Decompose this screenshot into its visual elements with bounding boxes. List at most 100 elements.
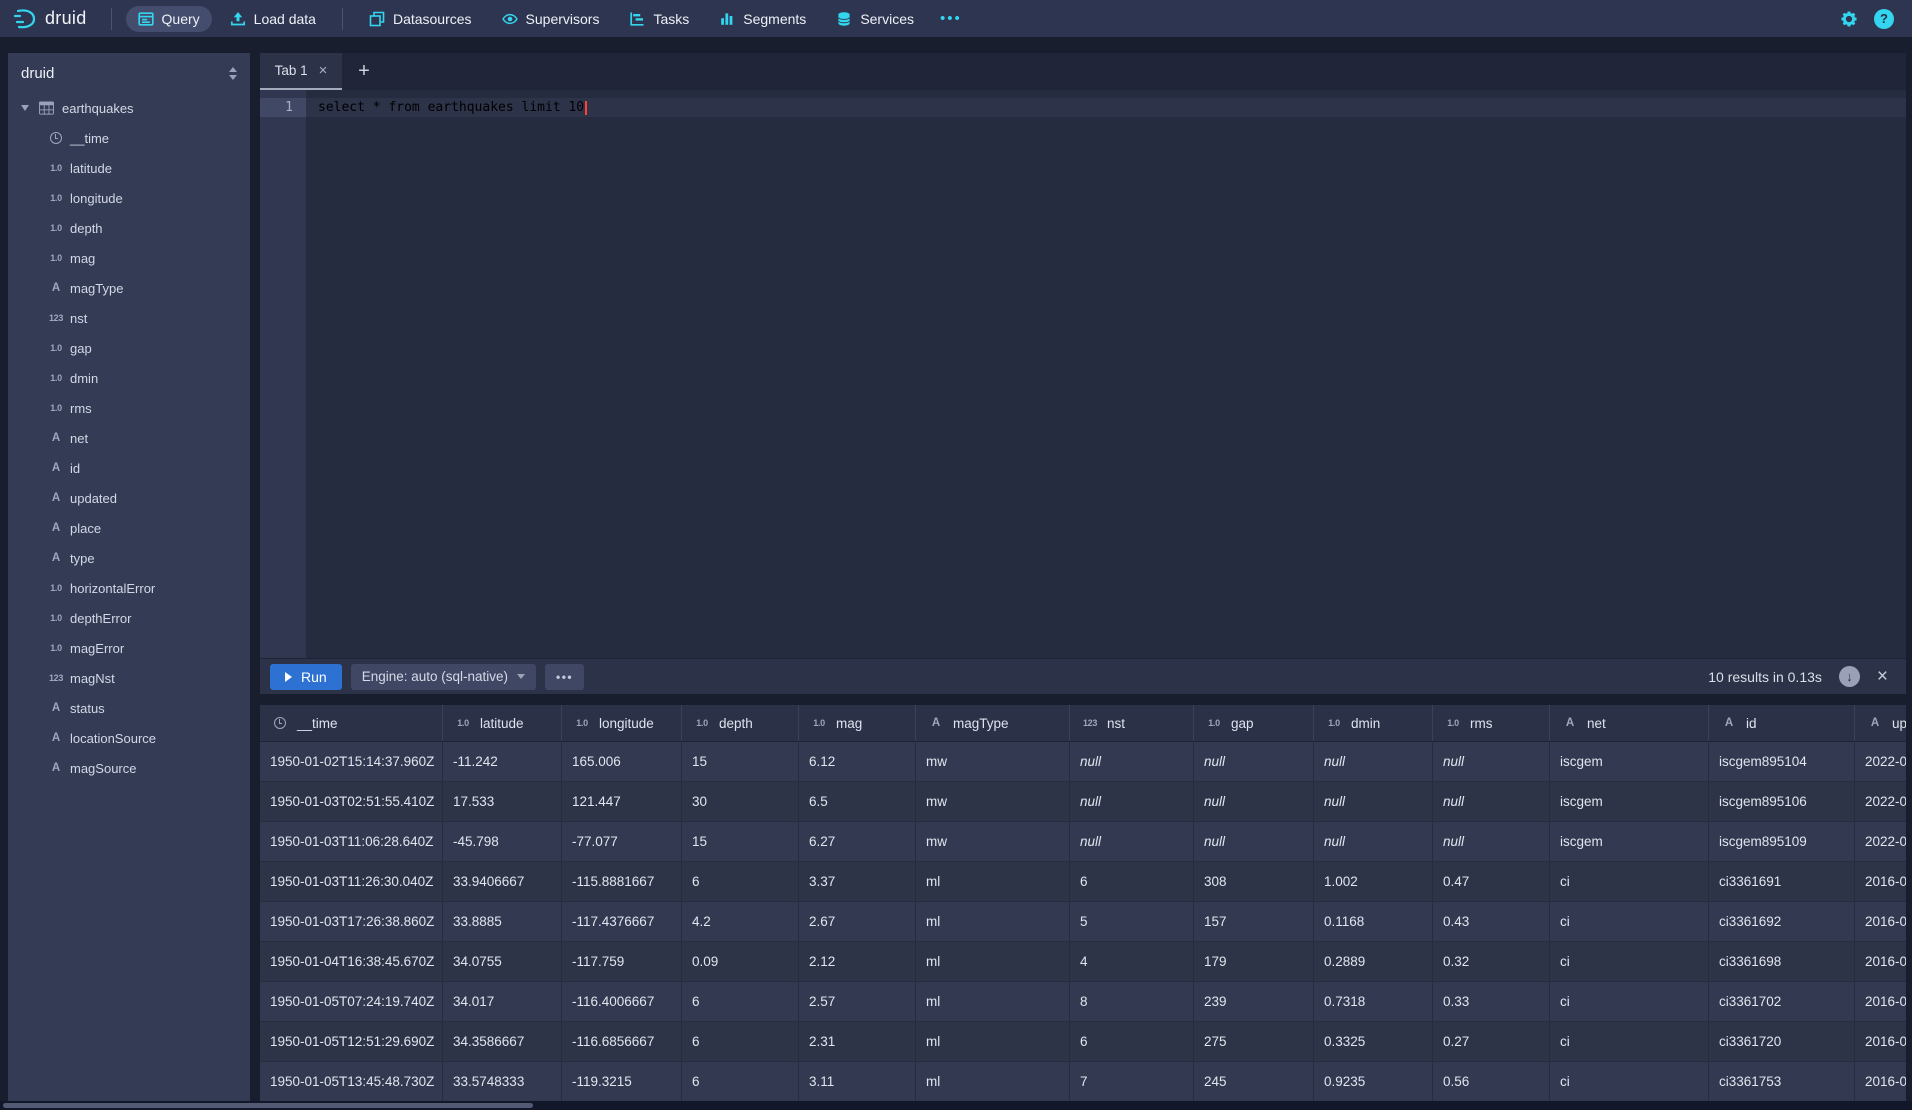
- sidebar-item-earthquakes[interactable]: earthquakes: [8, 93, 250, 123]
- help-icon[interactable]: ?: [1874, 9, 1894, 29]
- sidebar-column-item[interactable]: 1.0 horizontalError: [8, 573, 250, 603]
- query-more-button[interactable]: •••: [545, 664, 584, 690]
- table-cell[interactable]: 34.017: [443, 982, 562, 1021]
- table-cell[interactable]: iscgem: [1550, 782, 1709, 821]
- nav-item-datasources[interactable]: Datasources: [357, 6, 484, 32]
- sidebar-column-item[interactable]: 123 magNst: [8, 663, 250, 693]
- engine-dropdown[interactable]: Engine: auto (sql-native): [351, 664, 536, 690]
- nav-item-load-data[interactable]: Load data: [218, 6, 328, 32]
- sql-editor[interactable]: 1 select * from earthquakes limit 10: [260, 90, 1906, 658]
- nav-item-tasks[interactable]: Tasks: [617, 6, 701, 32]
- table-cell[interactable]: 157: [1194, 902, 1314, 941]
- table-cell[interactable]: 6.5: [799, 782, 916, 821]
- table-cell[interactable]: 2016-0: [1855, 1022, 1906, 1061]
- sidebar-column-item[interactable]: A type: [8, 543, 250, 573]
- sidebar-column-item[interactable]: A place: [8, 513, 250, 543]
- table-cell[interactable]: null: [1433, 822, 1550, 861]
- table-cell[interactable]: null: [1070, 822, 1194, 861]
- nav-more-icon[interactable]: •••: [932, 10, 970, 27]
- table-cell[interactable]: 2016-0: [1855, 862, 1906, 901]
- table-cell[interactable]: null: [1070, 782, 1194, 821]
- table-cell[interactable]: 4.2: [682, 902, 799, 941]
- schema-selector[interactable]: druid: [8, 53, 250, 93]
- table-cell[interactable]: 6: [1070, 862, 1194, 901]
- sidebar-column-item[interactable]: A status: [8, 693, 250, 723]
- table-cell[interactable]: 0.47: [1433, 862, 1550, 901]
- table-cell[interactable]: ci: [1550, 1062, 1709, 1101]
- table-cell[interactable]: 0.7318: [1314, 982, 1433, 1021]
- table-cell[interactable]: 1950-01-05T12:51:29.690Z: [260, 1022, 443, 1061]
- sidebar-column-item[interactable]: __time: [8, 123, 250, 153]
- table-cell[interactable]: 0.2889: [1314, 942, 1433, 981]
- results-column-header[interactable]: A net: [1550, 705, 1709, 741]
- table-cell[interactable]: 2016-0: [1855, 1062, 1906, 1101]
- sidebar-column-item[interactable]: 1.0 mag: [8, 243, 250, 273]
- table-cell[interactable]: 2.67: [799, 902, 916, 941]
- table-cell[interactable]: 33.9406667: [443, 862, 562, 901]
- table-cell[interactable]: 0.3325: [1314, 1022, 1433, 1061]
- gear-icon[interactable]: [1840, 10, 1858, 28]
- table-cell[interactable]: 0.43: [1433, 902, 1550, 941]
- table-cell[interactable]: iscgem895106: [1709, 782, 1855, 821]
- table-cell[interactable]: ml: [916, 1062, 1070, 1101]
- table-cell[interactable]: 34.3586667: [443, 1022, 562, 1061]
- table-cell[interactable]: null: [1433, 742, 1550, 781]
- table-cell[interactable]: 2.31: [799, 1022, 916, 1061]
- nav-item-segments[interactable]: Segments: [707, 6, 818, 32]
- table-cell[interactable]: 34.0755: [443, 942, 562, 981]
- editor-code-area[interactable]: select * from earthquakes limit 10: [306, 90, 1906, 658]
- table-cell[interactable]: ml: [916, 902, 1070, 941]
- table-cell[interactable]: ci: [1550, 862, 1709, 901]
- table-cell[interactable]: -117.4376667: [562, 902, 682, 941]
- results-column-header[interactable]: 1.0 longitude: [562, 705, 682, 741]
- sidebar-column-item[interactable]: 1.0 latitude: [8, 153, 250, 183]
- druid-logo[interactable]: druid: [12, 6, 87, 32]
- table-cell[interactable]: null: [1194, 742, 1314, 781]
- table-cell[interactable]: 0.27: [1433, 1022, 1550, 1061]
- add-tab-button[interactable]: +: [342, 53, 386, 90]
- table-cell[interactable]: 2022-0: [1855, 782, 1906, 821]
- results-column-header[interactable]: 1.0 depth: [682, 705, 799, 741]
- table-cell[interactable]: -77.077: [562, 822, 682, 861]
- sidebar-column-item[interactable]: 1.0 longitude: [8, 183, 250, 213]
- table-cell[interactable]: 179: [1194, 942, 1314, 981]
- results-column-header[interactable]: 1.0 mag: [799, 705, 916, 741]
- table-cell[interactable]: null: [1070, 742, 1194, 781]
- table-cell[interactable]: 308: [1194, 862, 1314, 901]
- table-cell[interactable]: ml: [916, 982, 1070, 1021]
- results-column-header[interactable]: A id: [1709, 705, 1855, 741]
- nav-item-supervisors[interactable]: Supervisors: [490, 6, 612, 32]
- sidebar-column-item[interactable]: A id: [8, 453, 250, 483]
- table-cell[interactable]: -116.6856667: [562, 1022, 682, 1061]
- nav-item-services[interactable]: Services: [824, 6, 926, 32]
- sidebar-column-item[interactable]: 1.0 depth: [8, 213, 250, 243]
- table-cell[interactable]: 3.37: [799, 862, 916, 901]
- table-cell[interactable]: 6: [682, 1062, 799, 1101]
- sidebar-column-item[interactable]: 1.0 gap: [8, 333, 250, 363]
- close-results-icon[interactable]: ×: [1877, 667, 1888, 686]
- table-cell[interactable]: ci: [1550, 982, 1709, 1021]
- table-cell[interactable]: 6: [1070, 1022, 1194, 1061]
- table-cell[interactable]: 1950-01-03T02:51:55.410Z: [260, 782, 443, 821]
- sidebar-column-item[interactable]: 1.0 dmin: [8, 363, 250, 393]
- table-cell[interactable]: ci3361753: [1709, 1062, 1855, 1101]
- table-cell[interactable]: 7: [1070, 1062, 1194, 1101]
- table-cell[interactable]: 1950-01-02T15:14:37.960Z: [260, 742, 443, 781]
- table-cell[interactable]: ci3361702: [1709, 982, 1855, 1021]
- results-column-header[interactable]: __time: [260, 705, 443, 741]
- table-cell[interactable]: null: [1194, 782, 1314, 821]
- table-cell[interactable]: 1950-01-03T11:06:28.640Z: [260, 822, 443, 861]
- table-cell[interactable]: -119.3215: [562, 1062, 682, 1101]
- table-cell[interactable]: 5: [1070, 902, 1194, 941]
- tab-close-icon[interactable]: ×: [319, 62, 328, 79]
- table-cell[interactable]: null: [1314, 742, 1433, 781]
- table-cell[interactable]: -115.8881667: [562, 862, 682, 901]
- table-cell[interactable]: 121.447: [562, 782, 682, 821]
- table-cell[interactable]: 1950-01-05T13:45:48.730Z: [260, 1062, 443, 1101]
- table-cell[interactable]: ci3361691: [1709, 862, 1855, 901]
- sidebar-column-item[interactable]: A magSource: [8, 753, 250, 783]
- table-cell[interactable]: null: [1433, 782, 1550, 821]
- table-cell[interactable]: -116.4006667: [562, 982, 682, 1021]
- table-cell[interactable]: 2.12: [799, 942, 916, 981]
- scrollbar-thumb[interactable]: [3, 1103, 533, 1108]
